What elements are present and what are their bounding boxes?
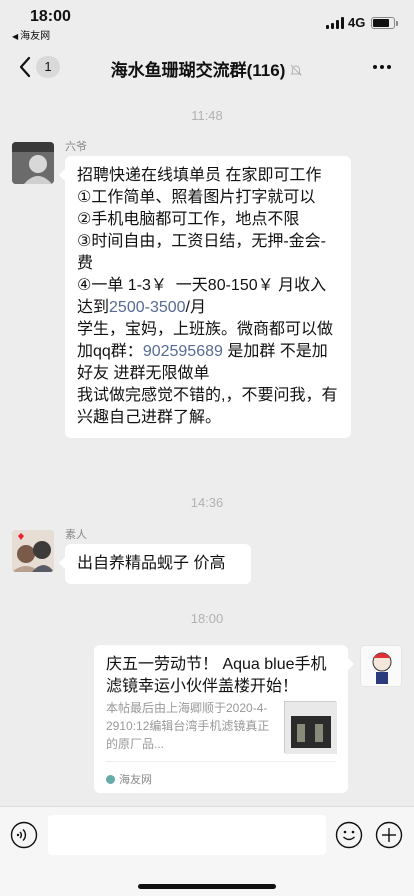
message-text: 招聘快递在线填单员 在家即可工作 [77,167,322,184]
message-line: 学生，宝妈，上班族。微商都可以做 [77,319,339,341]
link-card-thumbnail [284,701,337,754]
source-logo-icon [106,775,115,784]
avatar-image [12,530,54,572]
timestamp: 11:48 [191,108,223,123]
message-text: 加qq群： [77,343,143,360]
voice-input-icon[interactable] [10,821,38,849]
message-text: /月 [185,299,206,316]
message-text: ③时间自由，工资日结，无押-金会-费 [77,233,327,272]
message-line: ②手机电脑都可工作，地点不限 [77,209,339,231]
message-link[interactable]: 902595689 [143,343,223,360]
home-indicator [138,884,276,889]
avatar-image [361,646,401,686]
status-time: 18:00 [30,8,71,25]
link-card[interactable]: 庆五一劳动节！ Aqua blue手机滤镜幸运小伙伴盖楼开始！ 本帖最后由上海卿… [94,645,354,793]
message-line: 出自养精品蚬子 价高 [77,553,239,575]
message-text: 出自养精品蚬子 价高 [77,555,226,572]
link-card-source: 海友网 [106,769,152,791]
timestamp: 18:00 [190,611,224,626]
sender-name: 素人 [65,529,87,541]
more-options-icon[interactable] [372,64,392,70]
back-app-label: 海友网 [20,31,51,42]
message-line: 招聘快递在线填单员 在家即可工作 [77,165,339,187]
message-text: ①工作简单、照着图片打字就可以 [77,189,316,206]
add-attachment-icon[interactable] [375,821,403,849]
link-card-description: 本帖最后由上海卿顺于2020-4-2910:12编辑台湾手机滤镜真正的原厂品..… [106,701,270,751]
link-card-title: 庆五一劳动节！ Aqua blue手机滤镜幸运小伙伴盖楼开始！ [106,656,327,695]
message-line: 加qq群：902595689 是加群 不是加好友 进群无限做单 [77,341,339,385]
timestamp: 14:36 [190,495,224,510]
message-line: ③时间自由，工资日结，无押-金会-费 [77,231,339,275]
chat-title-text: 海水鱼珊瑚交流群(116) [110,61,286,80]
battery-icon [371,17,398,29]
message-line: 我试做完感觉不错的,，不要问我，有兴趣自己进群了解。 [77,385,339,429]
signal-icon [326,17,344,29]
message-text: ②手机电脑都可工作，地点不限 [77,211,300,228]
network-type: 4G [348,15,366,30]
message-bubble[interactable]: 出自养精品蚬子 价高 [59,544,251,584]
avatar[interactable] [12,530,54,572]
emoji-icon[interactable] [335,821,363,849]
avatar[interactable] [12,142,54,184]
sender-name: 六爷 [65,141,87,153]
my-avatar[interactable] [360,645,402,687]
message-link[interactable]: 2500-3500 [109,299,186,316]
message-line: ①工作简单、照着图片打字就可以 [77,187,339,209]
link-card-divider [106,761,336,762]
thumbnail-image [285,702,337,754]
message-bubble[interactable]: 招聘快递在线填单员 在家即可工作 ①工作简单、照着图片打字就可以 ②手机电脑都可工作… [59,156,351,438]
back-triangle-icon: ◀ [12,32,19,41]
message-input[interactable] [48,815,326,855]
status-bar: 18:00 ◀ 海友网 4G [0,0,414,44]
message-line: ④一单 1-3￥ 一天80-150￥ 月收入达到2500-3500/月 [77,275,339,319]
link-card-source-name: 海友网 [119,774,152,786]
message-text: 我试做完感觉不错的,，不要问我，有兴趣自己进群了解。 [77,387,338,426]
back-to-app-link[interactable]: ◀ 海友网 [12,27,50,42]
avatar-image [12,142,54,184]
chat-title: 海水鱼珊瑚交流群(116) [0,56,414,81]
chat-nav-bar: 1 海水鱼珊瑚交流群(116) [0,44,414,90]
message-text: 学生，宝妈，上班族。微商都可以做 [77,321,334,338]
mute-bell-icon [290,64,303,76]
chat-input-bar [0,806,414,896]
